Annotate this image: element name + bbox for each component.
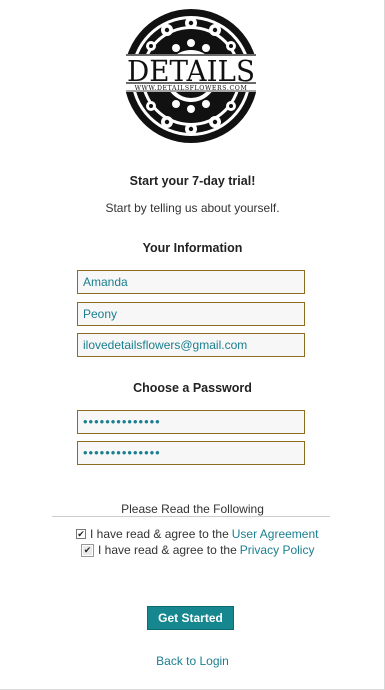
logo-brand-text: DETAILS xyxy=(127,54,255,88)
privacy-policy-row: ✔ I have read & agree to the Privacy Pol… xyxy=(81,543,314,557)
last-name-input[interactable] xyxy=(77,302,305,326)
trial-subtitle: Start by telling us about yourself. xyxy=(105,201,280,215)
trial-title: Start your 7-day trial! xyxy=(129,174,256,188)
email-input[interactable] xyxy=(77,333,305,357)
user-agreement-text: I have read & agree to the xyxy=(90,527,229,541)
back-to-login-link[interactable]: Back to Login xyxy=(0,654,385,668)
rose-window-logo-icon: DETAILS WWW.DETAILSFLOWERS.COM xyxy=(124,9,258,143)
first-name-input[interactable] xyxy=(77,270,305,294)
agreements-divider xyxy=(52,516,330,517)
choose-password-heading: Choose a Password xyxy=(133,381,252,395)
details-logo: DETAILS WWW.DETAILSFLOWERS.COM xyxy=(122,6,260,146)
privacy-policy-checkbox[interactable]: ✔ xyxy=(81,543,94,557)
confirm-password-input[interactable]: •••••••••••••• xyxy=(77,441,305,465)
user-agreement-checkbox[interactable]: ✔ xyxy=(76,529,86,539)
user-agreement-row: ✔ I have read & agree to the User Agreem… xyxy=(76,527,318,541)
your-information-heading: Your Information xyxy=(142,241,243,255)
logo-url-text: WWW.DETAILSFLOWERS.COM xyxy=(135,85,248,92)
please-read-heading: Please Read the Following xyxy=(121,502,264,516)
get-started-button[interactable]: Get Started xyxy=(147,606,234,630)
password-input[interactable]: •••••••••••••• xyxy=(77,410,305,434)
privacy-policy-link[interactable]: Privacy Policy xyxy=(240,543,315,557)
privacy-policy-text: I have read & agree to the xyxy=(98,543,237,557)
user-agreement-link[interactable]: User Agreement xyxy=(232,527,319,541)
